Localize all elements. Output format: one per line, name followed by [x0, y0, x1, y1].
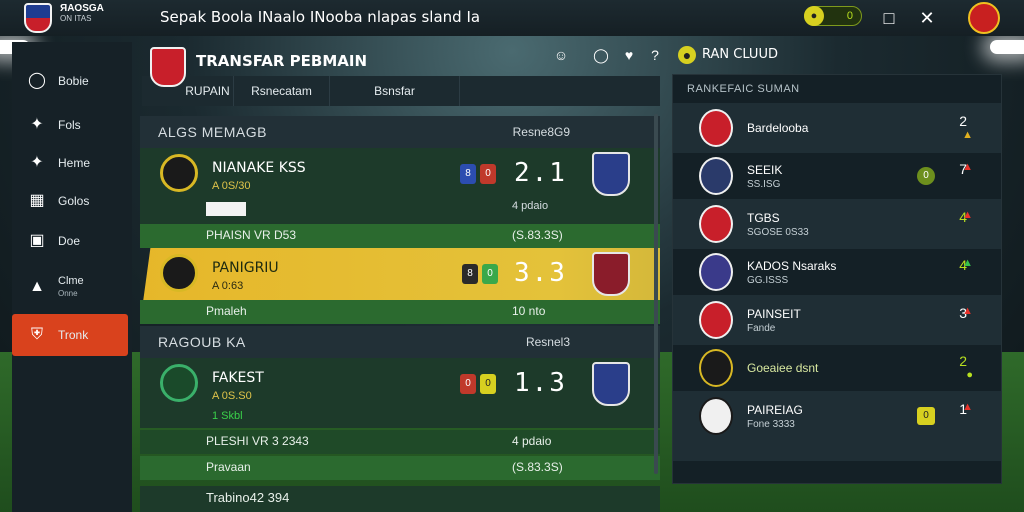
sidebar-item-heme[interactable]: ✦ Heme: [12, 144, 132, 182]
club-crest-icon: [699, 253, 733, 291]
opponent-crest-icon: [592, 362, 630, 406]
ranking-header: ☺ ◯ ♥ ? ● RAN CLUUD: [554, 44, 1006, 68]
ranking-row[interactable]: Goeaiee dsnt 2 ●: [673, 343, 1001, 393]
app-title: Sepak Boola INaalo INooba nlapas sland I…: [160, 8, 481, 26]
chat-icon: ▣: [29, 232, 45, 249]
match-row[interactable]: NIANAKE KSS A 0S/30 8 0 2.1 4 pdaio: [140, 148, 660, 224]
sidebar-item-doe[interactable]: ▣ Doe: [12, 222, 132, 260]
ranking-row[interactable]: PAINSEIT Fande 3 ▲: [673, 295, 1001, 345]
comment-icon[interactable]: ◯: [592, 46, 610, 64]
bird-icon: ✦: [30, 116, 44, 133]
card-icon: 8: [462, 264, 478, 284]
transfer-panel: TRANSFAR PEBMAIN RUPAIN Rsnecatam Bsnsfa…: [140, 44, 662, 512]
sidebar: ◯ Bobie ✦ Fols ✦ Heme ▦ Golos ▣ Doe ▲ Cl…: [12, 42, 132, 512]
opponent-crest-icon: [592, 252, 630, 296]
team-crest-icon: [160, 154, 198, 192]
opponent-crest-icon: [592, 152, 630, 196]
top-bar: ЯAOSGA ON ITAS Sepak Boola INaalo INooba…: [0, 0, 1024, 36]
match-detail-strip: Pravaan (S.83.3S): [140, 456, 660, 480]
trend-up-icon: ▲: [962, 161, 973, 173]
shield-icon: ⛨: [30, 326, 43, 343]
ranking-title: RAN CLUUD: [702, 47, 778, 62]
match-score: 1.3: [514, 368, 567, 398]
match-detail-strip: PHAISN VR D53 (S.83.3S): [140, 224, 660, 248]
tshirt-icon: ▲: [29, 278, 45, 295]
sidebar-item-bobie[interactable]: ◯ Bobie: [12, 62, 132, 100]
transfer-title: TRANSFAR PEBMAIN: [196, 52, 367, 70]
avatar-icon[interactable]: [968, 2, 1000, 34]
footer-row[interactable]: Trabino42 394: [140, 486, 660, 512]
trend-up-icon: ▲: [962, 129, 973, 141]
team-crest-icon: [160, 254, 198, 292]
trend-up-icon: ▲: [962, 401, 973, 413]
scrollbar[interactable]: [654, 114, 658, 474]
group-header: RAGOUB KA Resnel3: [140, 326, 660, 358]
match-detail-strip: PLESHI VR 3 2343 4 pdaio: [140, 430, 660, 454]
club-logo-icon[interactable]: [24, 3, 52, 33]
sidebar-item-tronk[interactable]: ⛨ Tronk: [12, 314, 128, 356]
help-icon[interactable]: ?: [646, 46, 664, 64]
coin-icon: ●: [804, 6, 824, 26]
transfer-tabs: RUPAIN Rsnecatam Bsnsfar: [142, 76, 660, 106]
trend-down-icon: ▲: [962, 305, 973, 317]
currency-value: 0: [846, 10, 853, 22]
group-header: ALGS MEMAGB Resne8G9: [140, 116, 660, 148]
ranking-row[interactable]: PAIREIAG Fone 3333 0 1 ▲: [673, 391, 1001, 461]
club-crest-icon: [699, 301, 733, 339]
ranking-row[interactable]: SEEIK SS.ISG 0 7 ▲: [673, 151, 1001, 201]
ranking-row[interactable]: TGBS SGOSE 0S33 4 ▲: [673, 199, 1001, 249]
trend-up-icon: ▲: [962, 257, 973, 269]
ball-icon: ◯: [28, 72, 46, 89]
transfer-header: TRANSFAR PEBMAIN: [140, 44, 662, 87]
club-crest-icon: [699, 157, 733, 195]
card-icon: 0: [482, 264, 498, 284]
bird-icon: ✦: [30, 154, 44, 171]
trend-down-icon: ●: [966, 369, 973, 381]
sidebar-item-fols[interactable]: ✦ Fols: [12, 106, 132, 144]
ranking-subtitle: RANKEFAIC SUMAN: [687, 83, 800, 95]
team-crest-icon: [160, 364, 198, 402]
ranking-panel: RANKEFAIC SUMAN Bardelooba 2 ▲ SEEIK SS.…: [672, 74, 1002, 484]
app-logo-text: ЯAOSGA ON ITAS: [60, 3, 104, 24]
form-badge-icon: 0: [917, 167, 935, 185]
sidebar-item-clme[interactable]: ▲ Clme Onne: [12, 268, 132, 306]
card-icon: 0: [480, 374, 496, 394]
card-icon: 8: [460, 164, 476, 184]
card-icon: 0: [460, 374, 476, 394]
tab-rsnecatam[interactable]: Rsnecatam: [234, 76, 330, 106]
transfer-badge-icon: [150, 47, 186, 87]
tab-rupain[interactable]: RUPAIN: [182, 76, 234, 106]
club-crest-icon: [699, 349, 733, 387]
match-score: 2.1: [514, 158, 567, 188]
coin-icon: ●: [678, 46, 696, 64]
club-crest-icon: [699, 397, 733, 435]
card-icon: 0: [480, 164, 496, 184]
close-icon[interactable]: ✕: [916, 7, 938, 29]
bell-icon[interactable]: □: [878, 7, 900, 29]
ranking-row[interactable]: Bardelooba 2 ▲: [673, 103, 1001, 153]
ranking-row[interactable]: KADOS Nsaraks GG.ISSS 4 ▲: [673, 247, 1001, 297]
tab-bsnsfar[interactable]: Bsnsfar: [330, 76, 460, 106]
card-icon: 0: [917, 407, 935, 425]
trend-up-icon: ▲: [962, 209, 973, 221]
match-score: 3.3: [514, 258, 567, 288]
sidebar-item-golos[interactable]: ▦ Golos: [12, 182, 132, 220]
club-crest-icon: [699, 109, 733, 147]
club-crest-icon: [699, 205, 733, 243]
calendar-icon: ▦: [29, 192, 45, 209]
heart-icon[interactable]: ♥: [620, 46, 638, 64]
match-row[interactable]: FAKEST A 0S.S0 1 Skbl 0 0 1.3: [140, 358, 660, 428]
currency-pill[interactable]: ● 0: [804, 6, 862, 26]
match-detail-strip: Pmaleh 10 nto: [140, 300, 660, 324]
chat-icon[interactable]: ☺: [552, 46, 570, 64]
form-bar: [206, 202, 246, 216]
